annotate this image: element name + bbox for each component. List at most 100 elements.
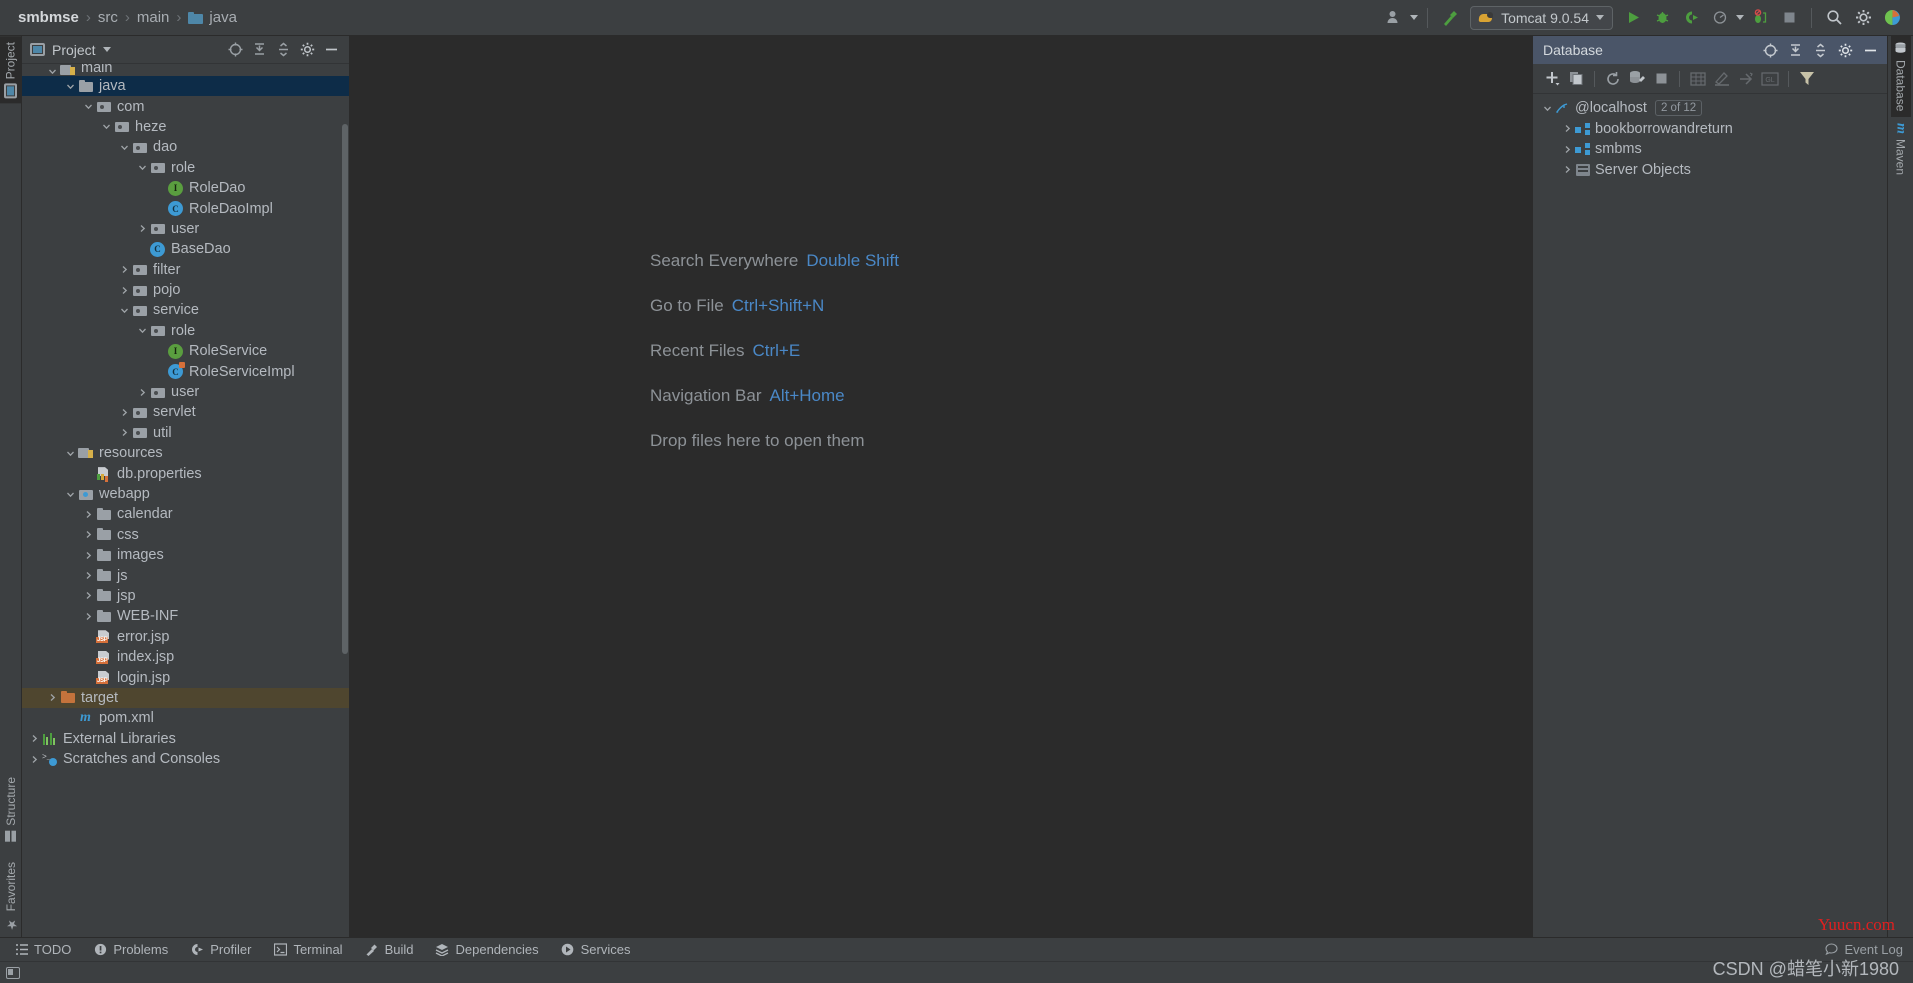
- chevron-right-icon[interactable]: [118, 428, 131, 437]
- chevron-down-icon[interactable]: [136, 163, 149, 172]
- db-node-smbms[interactable]: smbms: [1533, 139, 1887, 160]
- chevron-down-icon[interactable]: [1541, 104, 1554, 113]
- refresh-icon[interactable]: [1602, 68, 1624, 90]
- tree-node-filter[interactable]: filter: [22, 260, 349, 280]
- breadcrumb-item-smbmse[interactable]: smbmse: [14, 9, 83, 26]
- chevron-right-icon[interactable]: [82, 551, 95, 560]
- duplicate-icon[interactable]: [1565, 68, 1587, 90]
- tree-node-role[interactable]: role: [22, 321, 349, 341]
- breadcrumb-item-java[interactable]: java: [184, 9, 241, 26]
- chevron-down-icon[interactable]: [64, 449, 77, 458]
- tree-node-calendar[interactable]: calendar: [22, 504, 349, 524]
- chevron-down-icon[interactable]: [46, 67, 59, 76]
- chevron-down-icon[interactable]: [1596, 15, 1604, 20]
- tree-node-scratches-and-consoles[interactable]: Scratches and Consoles: [22, 749, 349, 769]
- sidebar-item-maven[interactable]: m Maven: [1891, 117, 1911, 181]
- chevron-right-icon[interactable]: [28, 755, 41, 764]
- run-with-coverage-button[interactable]: [1678, 5, 1704, 31]
- layout-icon[interactable]: [6, 966, 20, 979]
- bottom-tab-terminal[interactable]: Terminal: [273, 942, 355, 957]
- chevron-right-icon[interactable]: [82, 530, 95, 539]
- chevron-right-icon[interactable]: [118, 286, 131, 295]
- tree-node-service[interactable]: service: [22, 300, 349, 320]
- filter-icon[interactable]: [1796, 68, 1818, 90]
- chevron-down-icon[interactable]: [136, 326, 149, 335]
- sidebar-item-structure[interactable]: Structure: [1, 771, 21, 848]
- chevron-down-icon[interactable]: [1410, 15, 1419, 20]
- attach-debugger-button[interactable]: [1747, 5, 1773, 31]
- database-tree[interactable]: @localhost 2 of 12 bookborrowandreturn smbm…: [1533, 94, 1887, 937]
- bottom-tab-problems[interactable]: Problems: [93, 942, 181, 957]
- chevron-down-icon[interactable]: [100, 122, 113, 131]
- tree-node-web-inf[interactable]: WEB-INF: [22, 606, 349, 626]
- locate-icon[interactable]: [1760, 40, 1780, 60]
- jump-to-icon[interactable]: [1735, 68, 1757, 90]
- chevron-down-icon[interactable]: [1736, 15, 1744, 20]
- tree-node-jsp[interactable]: jsp: [22, 586, 349, 606]
- hammer-icon[interactable]: [1437, 5, 1463, 31]
- breadcrumb-item-main[interactable]: main: [133, 9, 174, 26]
- expand-all-icon[interactable]: [249, 40, 269, 60]
- bottom-tab-services[interactable]: Services: [561, 942, 644, 957]
- collapse-all-icon[interactable]: [273, 40, 293, 60]
- updates-icon[interactable]: [1879, 5, 1905, 31]
- chevron-right-icon[interactable]: [46, 693, 59, 702]
- hide-icon[interactable]: [1860, 40, 1880, 60]
- tree-node-basedao[interactable]: C BaseDao: [22, 239, 349, 259]
- table-icon[interactable]: [1687, 68, 1709, 90]
- tree-node-roleserviceimpl[interactable]: C RoleServiceImpl: [22, 361, 349, 381]
- tree-node-roledao[interactable]: I RoleDao: [22, 178, 349, 198]
- bottom-tab-build[interactable]: Build: [365, 942, 427, 957]
- db-node-bookborrowandreturn[interactable]: bookborrowandreturn: [1533, 119, 1887, 140]
- editor-area[interactable]: Search Everywhere Double Shift Go to File C…: [350, 36, 1532, 937]
- chevron-right-icon[interactable]: [82, 571, 95, 580]
- chevron-right-icon[interactable]: [1561, 145, 1574, 154]
- run-sql-icon[interactable]: [1626, 68, 1648, 90]
- breadcrumb-item-src[interactable]: src: [94, 9, 122, 26]
- debug-button[interactable]: [1649, 5, 1675, 31]
- chevron-right-icon[interactable]: [118, 408, 131, 417]
- tree-node-js[interactable]: js: [22, 565, 349, 585]
- stop-icon[interactable]: [1650, 68, 1672, 90]
- tree-node-pojo[interactable]: pojo: [22, 280, 349, 300]
- chevron-down-icon[interactable]: [118, 143, 131, 152]
- chevron-right-icon[interactable]: [1561, 165, 1574, 174]
- modify-icon[interactable]: [1711, 68, 1733, 90]
- chevron-right-icon[interactable]: [1561, 124, 1574, 133]
- project-tree-scrollbar[interactable]: [342, 124, 348, 654]
- chevron-right-icon[interactable]: [118, 265, 131, 274]
- tree-node-java[interactable]: java: [22, 76, 349, 97]
- tree-node-user[interactable]: user: [22, 219, 349, 239]
- run-configuration-selector[interactable]: Tomcat 9.0.54: [1470, 5, 1613, 30]
- tree-node-pom-xml[interactable]: m pom.xml: [22, 708, 349, 728]
- expand-all-icon[interactable]: [1785, 40, 1805, 60]
- search-icon[interactable]: [1821, 5, 1847, 31]
- sidebar-item-project[interactable]: Project: [0, 36, 21, 104]
- tree-node-user[interactable]: user: [22, 382, 349, 402]
- chevron-down-icon[interactable]: [82, 102, 95, 111]
- tree-node-resources[interactable]: resources: [22, 443, 349, 463]
- chevron-down-icon[interactable]: [102, 47, 111, 52]
- locate-icon[interactable]: [225, 40, 245, 60]
- tree-node-login-jsp[interactable]: login.jsp: [22, 667, 349, 687]
- run-button[interactable]: [1620, 5, 1646, 31]
- tree-node-roleservice[interactable]: I RoleService: [22, 341, 349, 361]
- tree-node-util[interactable]: util: [22, 423, 349, 443]
- bottom-tab-todo[interactable]: TODO: [14, 942, 84, 957]
- tree-node-main[interactable]: main: [22, 64, 349, 76]
- chevron-right-icon[interactable]: [82, 591, 95, 600]
- hide-icon[interactable]: [321, 40, 341, 60]
- profiler-button[interactable]: [1707, 5, 1733, 31]
- bottom-tab-profiler[interactable]: Profiler: [190, 942, 264, 957]
- gear-icon[interactable]: [297, 40, 317, 60]
- tree-node-external-libraries[interactable]: External Libraries: [22, 729, 349, 749]
- chevron-down-icon[interactable]: [118, 306, 131, 315]
- tree-node-db-properties[interactable]: db.properties: [22, 463, 349, 483]
- tree-node-webapp[interactable]: webapp: [22, 484, 349, 504]
- tree-node-dao[interactable]: dao: [22, 137, 349, 157]
- chevron-down-icon[interactable]: [64, 82, 77, 91]
- user-icon[interactable]: [1381, 5, 1407, 31]
- tree-node-error-jsp[interactable]: error.jsp: [22, 627, 349, 647]
- gql-icon[interactable]: GL: [1759, 68, 1781, 90]
- chevron-down-icon[interactable]: [64, 490, 77, 499]
